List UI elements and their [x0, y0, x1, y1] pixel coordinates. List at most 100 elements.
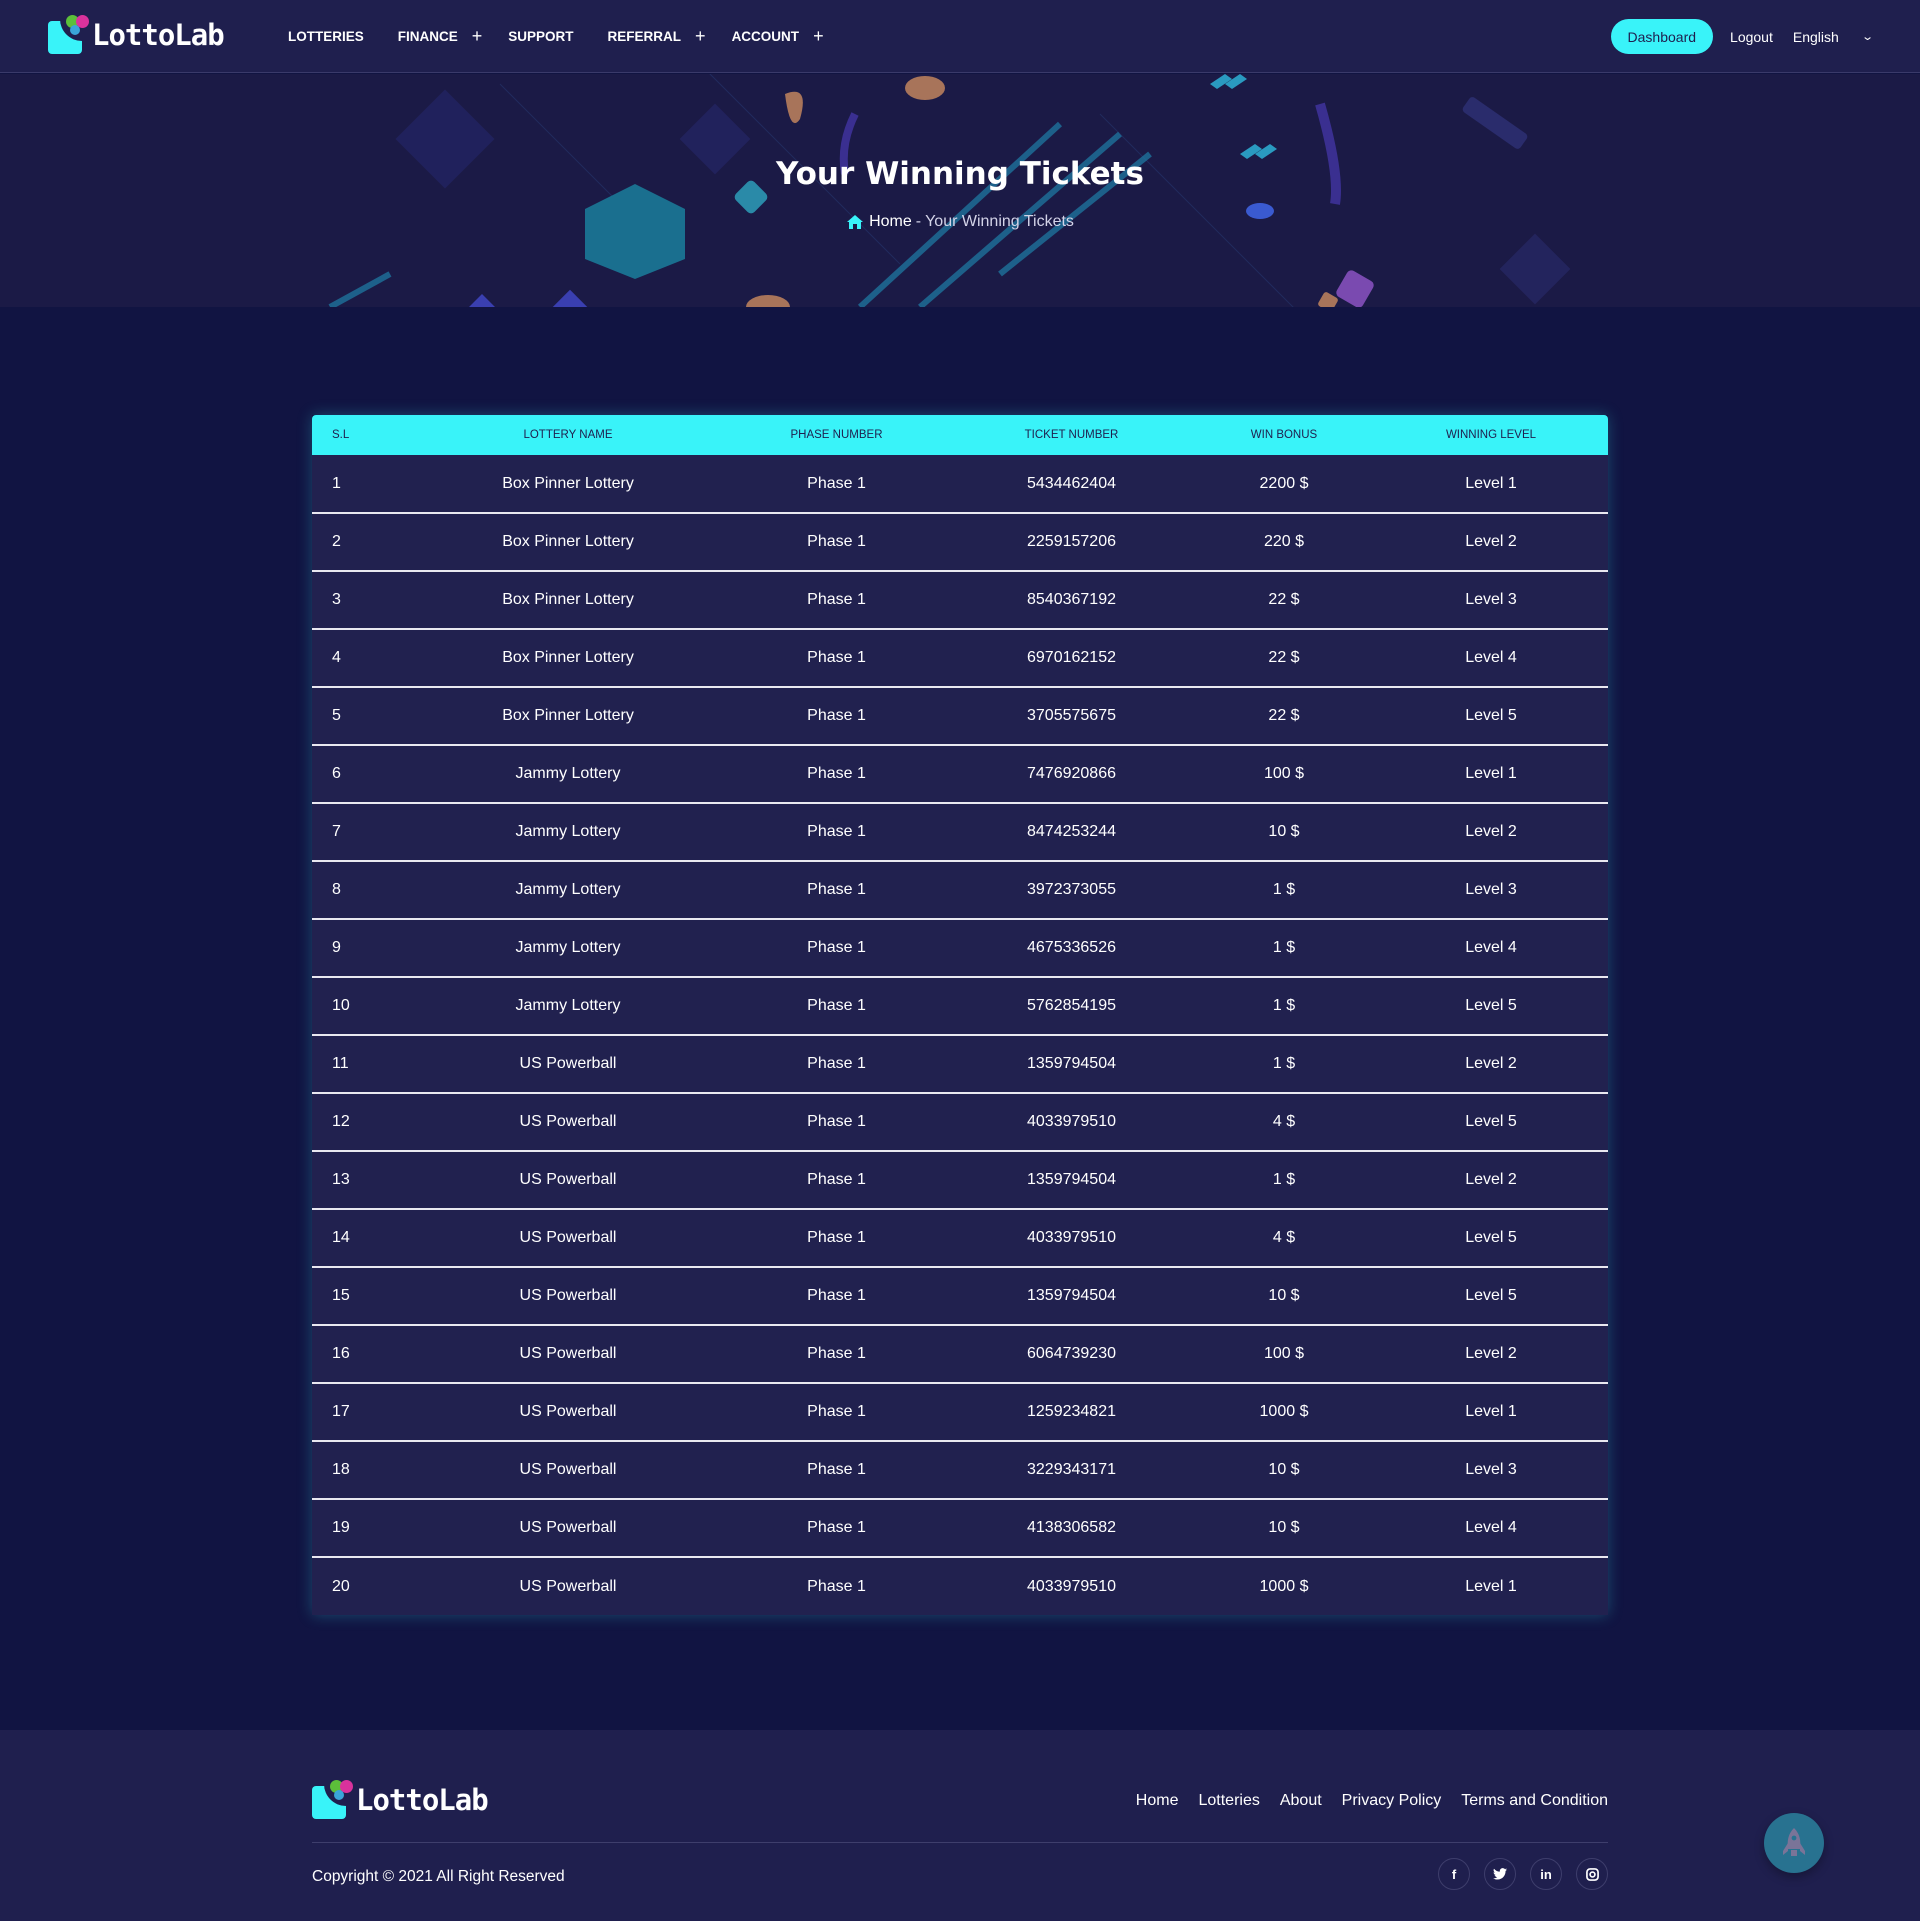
cell-phase-number: Phase 1: [807, 1055, 866, 1072]
language-selected: English: [1792, 28, 1839, 45]
cell-sl: 5: [332, 707, 341, 724]
cell-sl: 17: [332, 1403, 350, 1420]
instagram-icon[interactable]: [1576, 1858, 1608, 1890]
nav-label: SUPPORT: [508, 29, 574, 44]
cell-phase-number: Phase 1: [807, 939, 866, 956]
cell-lottery-name: US Powerball: [519, 1287, 617, 1304]
breadcrumb-home-link[interactable]: Home: [869, 213, 912, 231]
header-winning-level: WINNING LEVEL: [1445, 429, 1537, 441]
dashboard-button[interactable]: Dashboard: [1610, 19, 1714, 54]
nav-item-lotteries[interactable]: LOTTERIES: [288, 29, 364, 44]
header-actions: Dashboard Logout English ⌄: [1610, 0, 1874, 73]
cell-phase-number: Phase 1: [807, 765, 866, 782]
table-row: 17 US Powerball Phase 1 1259234821 1000 $ Lev…: [312, 1383, 1608, 1441]
nav-item-finance[interactable]: FINANCE +: [398, 26, 483, 47]
cell-phase-number: Phase 1: [807, 1171, 866, 1188]
footer-logo[interactable]: LottoLab: [312, 1780, 489, 1820]
cell-lottery-name: US Powerball: [519, 1403, 617, 1420]
cell-sl: 13: [332, 1171, 350, 1188]
cell-sl: 14: [332, 1229, 350, 1246]
cell-ticket-number: 3229343171: [1027, 1461, 1116, 1478]
cell-winning-level: Level 2: [1465, 823, 1517, 840]
cell-ticket-number: 4675336526: [1027, 939, 1116, 956]
cell-winning-level: Level 2: [1465, 1055, 1517, 1072]
language-select[interactable]: English ⌄: [1792, 28, 1874, 45]
footer-link-terms[interactable]: Terms and Condition: [1461, 1792, 1608, 1810]
cell-winning-level: Level 3: [1465, 1461, 1517, 1478]
cell-lottery-name: Jammy Lottery: [515, 765, 621, 782]
logo-text: LottoLab: [356, 1783, 489, 1817]
cell-winning-level: Level 1: [1465, 474, 1517, 492]
cell-lottery-name: US Powerball: [519, 1577, 617, 1595]
cell-phase-number: Phase 1: [807, 707, 866, 724]
table-row: 4 Box Pinner Lottery Phase 1 6970162152 22 $…: [312, 629, 1608, 687]
cell-ticket-number: 1359794504: [1027, 1055, 1116, 1072]
footer-links: Home Lotteries About Privacy Policy Term…: [1116, 1792, 1608, 1810]
cell-phase-number: Phase 1: [807, 881, 866, 898]
cell-winning-level: Level 2: [1465, 533, 1517, 550]
cell-lottery-name: US Powerball: [519, 1229, 617, 1246]
table-row: 5 Box Pinner Lottery Phase 1 3705575675 22 $…: [312, 687, 1608, 745]
site-header: LottoLab LOTTERIES FINANCE + SUPPORT REF…: [0, 0, 1920, 73]
nav-item-account[interactable]: ACCOUNT +: [731, 26, 824, 47]
breadcrumb-separator: -: [915, 213, 922, 230]
cell-sl: 8: [332, 881, 341, 898]
table-row: 18 US Powerball Phase 1 3229343171 10 $ Level…: [312, 1441, 1608, 1499]
footer-link-privacy-policy[interactable]: Privacy Policy: [1342, 1792, 1442, 1810]
table-row: 16 US Powerball Phase 1 6064739230 100 $ Leve…: [312, 1325, 1608, 1383]
logout-link[interactable]: Logout: [1730, 29, 1773, 45]
cell-win-bonus: 1 $: [1272, 1055, 1296, 1072]
table-row: 10 Jammy Lottery Phase 1 5762854195 1 $ Level…: [312, 977, 1608, 1035]
twitter-icon[interactable]: [1484, 1858, 1516, 1890]
nav-label: ACCOUNT: [731, 29, 800, 44]
cell-win-bonus: 4 $: [1272, 1229, 1296, 1246]
facebook-icon[interactable]: f: [1438, 1858, 1470, 1890]
scroll-to-top-button[interactable]: [1764, 1813, 1824, 1873]
cell-ticket-number: 4033979510: [1027, 1113, 1116, 1130]
cell-win-bonus: 22 $: [1268, 649, 1300, 666]
footer-link-about[interactable]: About: [1280, 1792, 1322, 1810]
cell-win-bonus: 22 $: [1268, 591, 1300, 608]
cell-lottery-name: Box Pinner Lottery: [502, 649, 634, 666]
footer-link-home[interactable]: Home: [1136, 1792, 1179, 1810]
cell-lottery-name: US Powerball: [519, 1113, 617, 1130]
plus-icon: +: [695, 26, 706, 46]
table-row: 13 US Powerball Phase 1 1359794504 1 $ Level …: [312, 1151, 1608, 1209]
breadcrumb-current: Your Winning Tickets: [925, 213, 1074, 230]
cell-lottery-name: US Powerball: [519, 1055, 617, 1072]
cell-winning-level: Level 5: [1465, 707, 1517, 724]
linkedin-icon[interactable]: in: [1530, 1858, 1562, 1890]
cell-winning-level: Level 3: [1465, 881, 1517, 898]
nav-item-referral[interactable]: REFERRAL +: [608, 26, 706, 47]
cell-ticket-number: 6970162152: [1027, 649, 1116, 666]
cell-ticket-number: 8474253244: [1027, 823, 1116, 840]
page-banner: Your Winning Tickets Home - Your Winning…: [0, 74, 1920, 307]
logo[interactable]: LottoLab: [48, 15, 225, 55]
cell-win-bonus: 2200 $: [1259, 474, 1309, 492]
footer-link-lotteries[interactable]: Lotteries: [1198, 1792, 1259, 1810]
cell-lottery-name: Jammy Lottery: [515, 997, 621, 1014]
table-row: 20 US Powerball Phase 1 4033979510 1000 $ Lev…: [312, 1557, 1608, 1615]
table-header-row: S.L LOTTERY NAME PHASE NUMBER TICKET NUMBER…: [312, 415, 1608, 455]
cell-sl: 11: [332, 1055, 349, 1072]
header-sl: S.L: [332, 429, 350, 441]
cell-ticket-number: 1259234821: [1027, 1403, 1116, 1420]
cell-phase-number: Phase 1: [807, 1229, 866, 1246]
cell-win-bonus: 100 $: [1263, 765, 1305, 782]
social-links: f in: [1424, 1858, 1608, 1890]
cell-ticket-number: 5762854195: [1027, 997, 1116, 1014]
cell-win-bonus: 1000 $: [1259, 1577, 1309, 1595]
cell-win-bonus: 1 $: [1272, 1171, 1296, 1188]
table-row: 7 Jammy Lottery Phase 1 8474253244 10 $ Level…: [312, 803, 1608, 861]
cell-ticket-number: 3705575675: [1027, 707, 1116, 724]
plus-icon: +: [471, 26, 483, 46]
nav-item-support[interactable]: SUPPORT: [508, 29, 573, 44]
header-phase-number: PHASE NUMBER: [790, 429, 883, 441]
cell-lottery-name: Jammy Lottery: [515, 823, 621, 840]
header-lottery-name: LOTTERY NAME: [523, 429, 613, 441]
cell-winning-level: Level 4: [1465, 649, 1517, 666]
cell-win-bonus: 100 $: [1263, 1345, 1305, 1362]
cell-phase-number: Phase 1: [807, 1113, 866, 1130]
table-row: 6 Jammy Lottery Phase 1 7476920866 100 $ Leve…: [312, 745, 1608, 803]
cell-lottery-name: Jammy Lottery: [515, 939, 621, 956]
